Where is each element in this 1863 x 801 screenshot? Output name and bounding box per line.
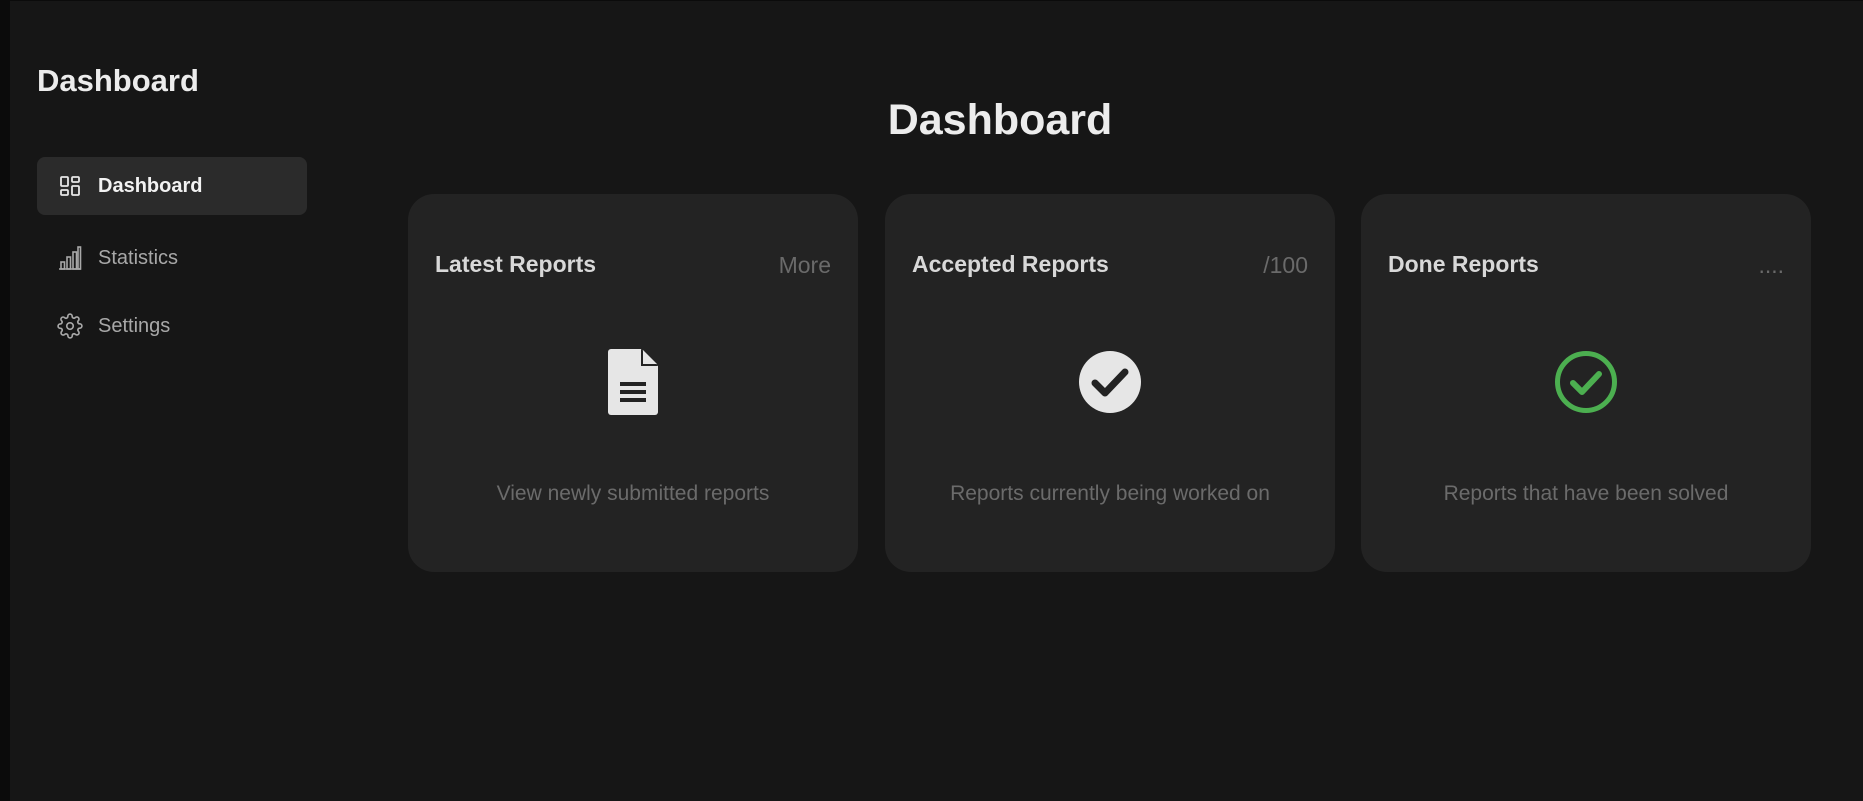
done-reports-card[interactable]: Done Reports .... Reports that have been…: [1361, 194, 1811, 572]
report-count-label: /100: [1263, 252, 1308, 278]
more-link[interactable]: More: [779, 252, 831, 279]
gear-icon: [57, 313, 83, 339]
check-circle-filled-icon: [1077, 349, 1143, 415]
sidebar-item-label: Statistics: [98, 246, 179, 269]
sidebar-item-dashboard[interactable]: Dashboard: [37, 157, 307, 215]
card-description: Reports that have been solved: [1443, 482, 1729, 505]
sidebar-item-label: Settings: [98, 314, 171, 337]
sidebar-title: Dashboard: [37, 63, 199, 98]
page-title: Dashboard: [887, 96, 1113, 144]
card-description: View newly submitted reports: [496, 482, 770, 505]
card-title: Latest Reports: [435, 251, 597, 277]
bar-chart-icon: [57, 245, 83, 271]
check-circle-outline-icon: [1553, 349, 1619, 415]
card-title: Accepted Reports: [912, 251, 1109, 277]
sidebar-item-statistics[interactable]: Statistics: [37, 229, 307, 287]
latest-reports-card[interactable]: Latest Reports More View newly submitted…: [408, 194, 858, 572]
sidebar-item-label: Dashboard: [98, 174, 203, 197]
card-description: Reports currently being worked on: [950, 482, 1270, 505]
sidebar: Dashboard Dashboard Statistics Settings: [10, 1, 340, 801]
app-window: Dashboard Dashboard Statistics Settings …: [10, 1, 1863, 801]
card-title: Done Reports: [1388, 251, 1539, 277]
dashboard-grid-icon: [57, 173, 83, 199]
more-options-button[interactable]: ....: [1758, 252, 1784, 279]
document-icon: [600, 349, 666, 415]
sidebar-item-settings[interactable]: Settings: [37, 297, 307, 355]
accepted-reports-card[interactable]: Accepted Reports /100 Reports currently …: [885, 194, 1335, 572]
